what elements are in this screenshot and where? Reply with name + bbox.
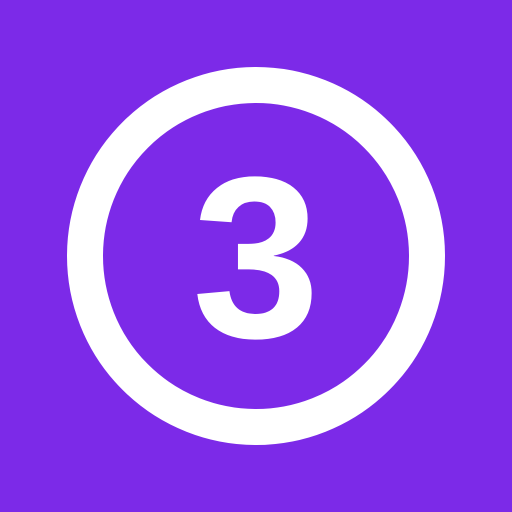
badge-numeral: 3 (192, 129, 320, 386)
circled-number-icon: 3 (0, 0, 512, 512)
app-icon-tile: 3 (0, 0, 512, 512)
